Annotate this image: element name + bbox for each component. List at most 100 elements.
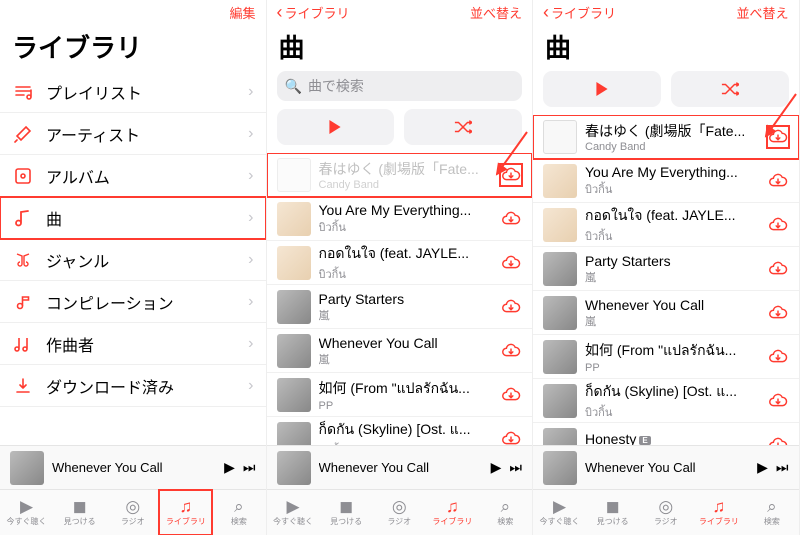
song-artist: 嵐 [585, 269, 759, 285]
tab-見つける[interactable]: ◼見つける [53, 490, 106, 535]
tab-今すぐ聴く[interactable]: ▶今すぐ聴く [0, 490, 53, 535]
song-title: 如何 (From "แปลรักฉัน... [319, 378, 493, 400]
sort-button[interactable]: 並べ替え [470, 3, 522, 22]
library-item-mic[interactable]: アーティスト› [0, 113, 266, 155]
tab-icon: ▶ [20, 498, 33, 515]
shuffle-button[interactable] [404, 109, 522, 145]
tab-icon: ⌕ [767, 498, 777, 515]
song-row[interactable]: ก็ดกัน (Skyline) [Ost. แ...บิวกิ้น [533, 379, 799, 423]
tab-検索[interactable]: ⌕検索 [212, 490, 265, 535]
song-row[interactable]: 春はゆく (劇場版「Fate...Candy Band [267, 153, 533, 197]
song-row[interactable]: HonestyEPink Sweat$ [533, 423, 799, 445]
play-icon[interactable]: ▶ [224, 459, 235, 476]
tab-ライブラリ[interactable]: ♫ライブラリ [692, 490, 745, 535]
edit-button[interactable]: 編集 [229, 3, 255, 22]
song-artist: บิวกิ้น [319, 265, 493, 283]
song-title: Party Starters [319, 291, 493, 307]
back-button[interactable]: ‹ライブラリ [543, 3, 616, 22]
play-all-button[interactable] [277, 109, 395, 145]
tab-検索[interactable]: ⌕検索 [745, 490, 798, 535]
forward-icon[interactable]: ⏭ [243, 459, 256, 476]
back-button[interactable]: ‹ライブラリ [277, 3, 350, 22]
song-meta: ก็ดกัน (Skyline) [Ost. แ...บิวกิ้น [319, 419, 493, 446]
song-row[interactable]: Whenever You Call嵐 [533, 291, 799, 335]
download-icon[interactable] [767, 302, 789, 324]
forward-icon[interactable]: ⏭ [776, 459, 789, 476]
tab-見つける[interactable]: ◼見つける [586, 490, 639, 535]
song-meta: กอดในใจ (feat. JAYLE...บิวกิ้น [319, 243, 493, 283]
tab-ライブラリ[interactable]: ♫ライブラリ [426, 490, 479, 535]
song-meta: 如何 (From "แปลรักฉัน...PP [319, 378, 493, 412]
tab-ライブラリ[interactable]: ♫ライブラリ [159, 490, 212, 535]
song-row[interactable]: 如何 (From "แปลรักฉัน...PP [267, 373, 533, 417]
song-row[interactable]: 春はゆく (劇場版「Fate...Candy Band [533, 115, 799, 159]
song-row[interactable]: Party Starters嵐 [533, 247, 799, 291]
tab-見つける[interactable]: ◼見つける [320, 490, 373, 535]
download-icon[interactable] [500, 340, 522, 362]
download-icon[interactable] [767, 390, 789, 412]
song-title: ก็ดกัน (Skyline) [Ost. แ... [585, 381, 759, 403]
download-icon[interactable] [767, 170, 789, 192]
song-row[interactable]: กอดในใจ (feat. JAYLE...บิวกิ้น [533, 203, 799, 247]
song-artist: บิวกิ้น [319, 218, 493, 236]
library-item-note[interactable]: 曲› [0, 197, 266, 239]
library-item-comp[interactable]: コンピレーション› [0, 281, 266, 323]
song-row[interactable]: You Are My Everything...บิวกิ้น [267, 197, 533, 241]
library-item-dl[interactable]: ダウンロード済み› [0, 365, 266, 407]
song-row[interactable]: ก็ดกัน (Skyline) [Ost. แ...บิวกิ้น [267, 417, 533, 445]
play-icon[interactable]: ▶ [491, 459, 502, 476]
song-row[interactable]: Party Starters嵐 [267, 285, 533, 329]
download-icon[interactable] [767, 346, 789, 368]
shuffle-button[interactable] [671, 71, 789, 107]
sort-button[interactable]: 並べ替え [736, 3, 788, 22]
download-icon[interactable] [500, 428, 522, 446]
library-item-album[interactable]: アルバム› [0, 155, 266, 197]
song-meta: Whenever You Call嵐 [319, 335, 493, 367]
download-icon[interactable] [767, 126, 789, 148]
tab-label: 今すぐ聴く [7, 516, 47, 527]
play-all-button[interactable] [543, 71, 661, 107]
album-art [277, 290, 311, 324]
tab-ラジオ[interactable]: ◎ラジオ [639, 490, 692, 535]
song-row[interactable]: 如何 (From "แปลรักฉัน...PP [533, 335, 799, 379]
library-item-label: コンピレーション [46, 290, 236, 314]
now-playing-bar[interactable]: Whenever You Call ▶ ⏭ [533, 445, 799, 489]
tab-label: ライブラリ [166, 516, 206, 527]
song-artist: PP [585, 362, 759, 374]
download-icon[interactable] [767, 434, 789, 446]
song-row[interactable]: กอดในใจ (feat. JAYLE...บิวกิ้น [267, 241, 533, 285]
library-item-playlist[interactable]: プレイリスト› [0, 71, 266, 113]
download-icon[interactable] [767, 214, 789, 236]
song-title: 春はゆく (劇場版「Fate... [585, 121, 759, 141]
album-art [277, 158, 311, 192]
mic-icon [12, 124, 34, 144]
download-icon[interactable] [500, 252, 522, 274]
download-icon[interactable] [500, 208, 522, 230]
play-icon[interactable]: ▶ [757, 459, 768, 476]
song-row[interactable]: Whenever You Call嵐 [267, 329, 533, 373]
download-icon[interactable] [500, 384, 522, 406]
tab-ラジオ[interactable]: ◎ラジオ [106, 490, 159, 535]
now-playing-bar[interactable]: Whenever You Call ▶ ⏭ [267, 445, 533, 489]
tab-icon: ⌕ [501, 498, 511, 515]
tab-検索[interactable]: ⌕検索 [479, 490, 532, 535]
composer-icon [12, 334, 34, 354]
library-item-label: ジャンル [46, 248, 236, 272]
tab-今すぐ聴く[interactable]: ▶今すぐ聴く [267, 490, 320, 535]
album-art [543, 252, 577, 286]
library-item-composer[interactable]: 作曲者› [0, 323, 266, 365]
album-art [543, 164, 577, 198]
album-art [543, 120, 577, 154]
search-input[interactable]: 🔍 曲で検索 [277, 71, 523, 101]
download-icon[interactable] [767, 258, 789, 280]
now-playing-bar[interactable]: Whenever You Call ▶ ⏭ [0, 445, 266, 489]
download-icon[interactable] [500, 164, 522, 186]
song-title: You Are My Everything... [319, 202, 493, 218]
download-icon[interactable] [500, 296, 522, 318]
tab-今すぐ聴く[interactable]: ▶今すぐ聴く [533, 490, 586, 535]
tab-ラジオ[interactable]: ◎ラジオ [373, 490, 426, 535]
library-item-label: プレイリスト [46, 80, 236, 104]
song-row[interactable]: You Are My Everything...บิวกิ้น [533, 159, 799, 203]
forward-icon[interactable]: ⏭ [509, 459, 522, 476]
library-item-genre[interactable]: ジャンル› [0, 239, 266, 281]
